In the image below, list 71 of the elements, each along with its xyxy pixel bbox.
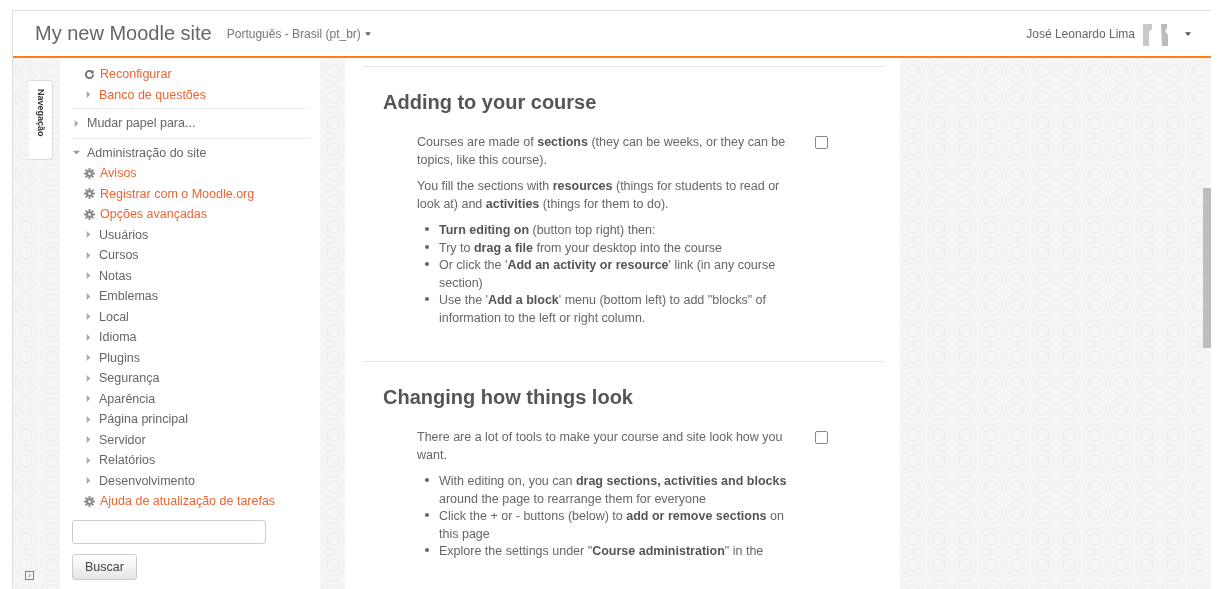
list-item-text: Use the 'Add a block' menu (bottom left) to add "blocks" of information to the left or right column. bbox=[439, 292, 767, 327]
collapsed-arrow-icon[interactable] bbox=[84, 291, 93, 301]
scrollbar-thumb[interactable] bbox=[1203, 188, 1211, 348]
list-item-text: Click the + or - buttons (below) to add or remove sections on this page bbox=[439, 508, 785, 543]
nav-item[interactable]: Desenvolvimento bbox=[99, 473, 195, 488]
nav-item[interactable]: Notas bbox=[99, 268, 132, 283]
collapsed-arrow-icon[interactable] bbox=[72, 118, 81, 128]
nav-item[interactable]: Mudar papel para... bbox=[87, 116, 196, 131]
gear-icon bbox=[84, 188, 95, 200]
nav-item[interactable]: Registrar com o Moodle.org bbox=[100, 186, 255, 201]
collapsed-arrow-icon[interactable] bbox=[84, 455, 93, 465]
list-item-text: Try to drag a file from your desktop into the course bbox=[439, 239, 722, 257]
collapsed-arrow-icon[interactable] bbox=[84, 230, 93, 240]
completion-checkbox[interactable] bbox=[815, 431, 828, 444]
completion-checkbox[interactable] bbox=[815, 136, 828, 149]
collapsed-arrow-icon[interactable] bbox=[84, 271, 93, 281]
language-menu[interactable]: Português - Brasil (pt_br) bbox=[226, 26, 371, 41]
collapsed-arrow-icon[interactable] bbox=[84, 312, 93, 322]
nav-item[interactable]: Reconfigurar bbox=[100, 67, 172, 82]
list-item-text: Explore the settings under "Course administration" in the bbox=[439, 543, 764, 560]
gear-icon bbox=[84, 208, 95, 220]
collapsed-arrow-icon[interactable] bbox=[84, 373, 93, 383]
list-item-text: Or click the 'Add an activity or resource' link (in any course section) bbox=[439, 257, 777, 292]
nav-item[interactable]: Aparência bbox=[99, 391, 156, 406]
caret-icon[interactable] bbox=[1185, 31, 1191, 36]
dock-icon[interactable] bbox=[25, 571, 34, 580]
section-title: Adding to your course bbox=[383, 91, 598, 114]
nav-item[interactable]: Servidor bbox=[99, 432, 146, 447]
bullet-icon bbox=[425, 548, 429, 552]
collapsed-arrow-icon[interactable] bbox=[84, 476, 93, 486]
search-button[interactable]: Buscar bbox=[72, 553, 137, 580]
refresh-icon bbox=[84, 68, 95, 80]
nav-item[interactable]: Usuários bbox=[99, 227, 149, 242]
nav-item[interactable]: Emblemas bbox=[99, 289, 159, 304]
nav-item[interactable]: Local bbox=[99, 309, 129, 324]
nav-item[interactable]: Idioma bbox=[99, 330, 137, 345]
bullet-icon bbox=[425, 513, 429, 517]
nav-item[interactable]: Administração do site bbox=[87, 145, 207, 160]
search-field[interactable] bbox=[72, 519, 266, 544]
bullet-icon bbox=[425, 262, 429, 266]
nav-item[interactable]: Ajuda de atualização de tarefas bbox=[100, 494, 276, 509]
nav-item[interactable]: Avisos bbox=[100, 166, 137, 181]
collapsed-arrow-icon[interactable] bbox=[84, 435, 93, 445]
bullet-icon bbox=[425, 478, 429, 482]
gear-icon bbox=[84, 167, 95, 179]
nav-item[interactable]: Banco de questões bbox=[99, 87, 207, 102]
nav-item[interactable]: Relatórios bbox=[99, 453, 156, 468]
bullet-icon bbox=[425, 244, 429, 249]
navigation-tab[interactable]: Navegação bbox=[29, 80, 53, 160]
collapsed-arrow-icon[interactable] bbox=[84, 414, 93, 424]
collapsed-arrow-icon[interactable] bbox=[84, 250, 93, 260]
bullet-icon bbox=[425, 227, 429, 231]
nav-item[interactable]: Página principal bbox=[99, 412, 188, 427]
site-name[interactable]: My new Moodle site bbox=[35, 22, 212, 45]
user-name[interactable]: José Leonardo Lima bbox=[1026, 26, 1135, 41]
collapsed-arrow-icon[interactable] bbox=[84, 90, 93, 100]
bullet-icon bbox=[425, 297, 429, 301]
nav-item[interactable]: Segurança bbox=[99, 371, 160, 386]
section-title: Changing how things look bbox=[383, 386, 634, 409]
paragraph: You fill the sections with resources (things for students to read or look at) and activities (things for them to do). bbox=[417, 178, 781, 213]
collapsed-arrow-icon[interactable] bbox=[84, 332, 93, 342]
paragraph: There are a lot of tools to make your course and site look how you want. bbox=[417, 429, 784, 464]
gear-icon bbox=[84, 495, 95, 507]
collapsed-arrow-icon[interactable] bbox=[84, 394, 93, 404]
nav-item[interactable]: Cursos bbox=[99, 248, 139, 263]
nav-item[interactable]: Opções avançadas bbox=[100, 207, 207, 222]
nav-item[interactable]: Plugins bbox=[99, 350, 140, 365]
list-item-text: Turn editing on (button top right) then: bbox=[439, 222, 656, 239]
paragraph: Courses are made of sections (they can be weeks, or they can be topics, like this course). bbox=[417, 134, 787, 169]
collapsed-arrow-icon[interactable] bbox=[84, 353, 93, 363]
caret-icon bbox=[364, 31, 371, 36]
